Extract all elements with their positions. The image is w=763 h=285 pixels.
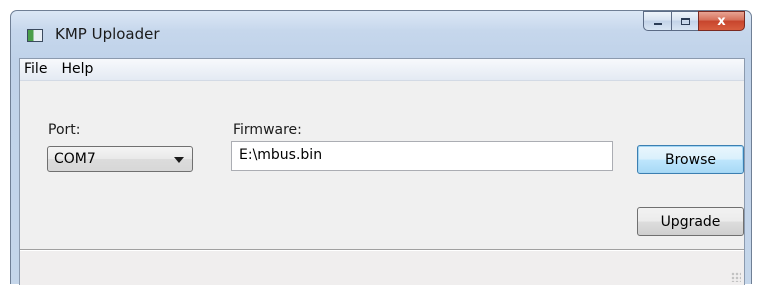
firmware-label: Firmware: bbox=[233, 122, 302, 138]
app-window: KMP Uploader x File Help Port: COM7 Firm… bbox=[10, 10, 752, 285]
upgrade-button[interactable]: Upgrade bbox=[637, 207, 744, 236]
status-bar bbox=[20, 251, 744, 285]
firmware-path-input[interactable]: E:\mbus.bin bbox=[231, 141, 613, 171]
menu-help[interactable]: Help bbox=[54, 59, 100, 80]
resize-grip-icon[interactable] bbox=[731, 272, 741, 282]
menu-file[interactable]: File bbox=[20, 59, 54, 80]
window-title: KMP Uploader bbox=[55, 25, 160, 43]
close-button[interactable]: x bbox=[698, 11, 745, 31]
title-bar[interactable]: KMP Uploader x bbox=[11, 11, 751, 51]
caption-buttons: x bbox=[643, 11, 745, 31]
app-window-icon bbox=[27, 29, 43, 42]
close-icon: x bbox=[717, 13, 726, 29]
minimize-button[interactable] bbox=[643, 11, 671, 31]
port-label: Port: bbox=[48, 122, 81, 138]
minimize-icon bbox=[653, 23, 662, 25]
maximize-button[interactable] bbox=[671, 11, 698, 31]
port-select-value: COM7 bbox=[54, 151, 96, 167]
port-select[interactable]: COM7 bbox=[47, 146, 193, 172]
client-area: File Help Port: COM7 Firmware: E:\mbus.b… bbox=[19, 58, 745, 285]
menu-bar: File Help bbox=[20, 59, 744, 81]
chevron-down-icon bbox=[174, 157, 184, 163]
browse-button[interactable]: Browse bbox=[637, 145, 744, 174]
maximize-icon bbox=[680, 17, 690, 25]
